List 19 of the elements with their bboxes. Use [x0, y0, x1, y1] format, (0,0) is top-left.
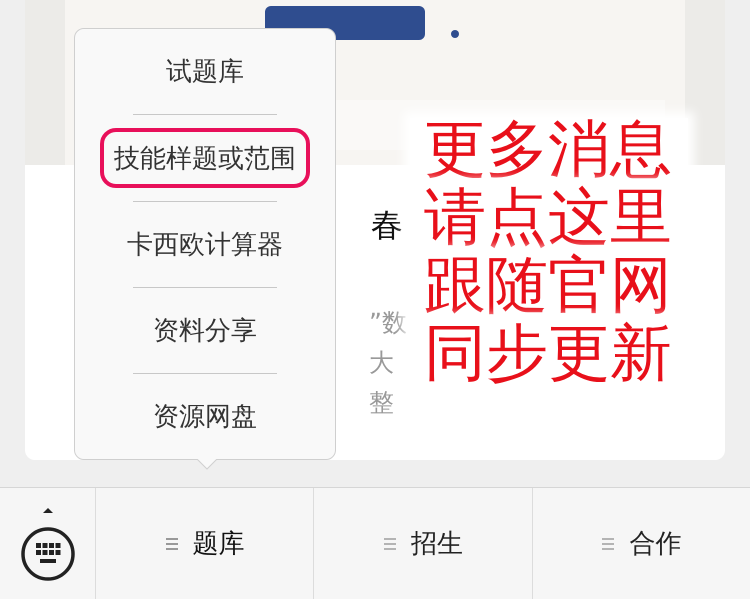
menu-item[interactable]: 资料分享	[75, 288, 335, 373]
article-summary: 整	[369, 387, 394, 419]
menu-item[interactable]: 资源网盘	[75, 374, 335, 459]
menu-tab[interactable]: 招生	[314, 488, 533, 599]
notice-text: 同步更新	[410, 322, 688, 384]
menu-icon	[382, 536, 397, 552]
article-title: 春	[371, 205, 403, 245]
menu-item[interactable]: 卡西欧计算器	[75, 202, 335, 287]
menu-item[interactable]: 试题库	[75, 29, 335, 114]
menu-tab[interactable]: 题库	[96, 488, 314, 599]
notice-text: 更多消息	[410, 118, 688, 180]
menu-tab[interactable]: 合作	[532, 488, 750, 599]
article-summary: ”数	[369, 307, 407, 339]
article-summary: 大	[369, 347, 394, 379]
menu-icon	[601, 536, 616, 552]
notice-text: 请点这里	[410, 186, 688, 248]
menu-icon	[164, 536, 179, 552]
menu-item[interactable]: 技能样题或范围	[100, 128, 310, 188]
notice-text: 跟随官网	[410, 254, 688, 316]
